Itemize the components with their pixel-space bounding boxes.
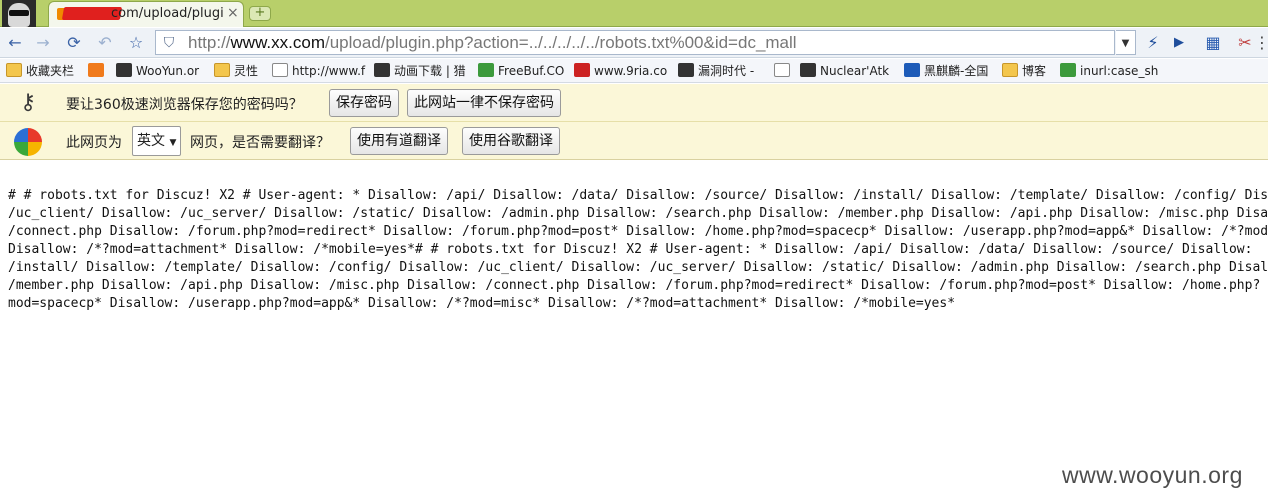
language-select[interactable]: 英文 ▼: [132, 126, 182, 156]
robots-line: /uc_client/ Disallow: /uc_server/ Disall…: [8, 206, 1268, 221]
tab-title: com/upload/plugi: [111, 6, 224, 21]
bookmark-blog[interactable]: 博客: [1002, 62, 1046, 80]
password-save-bar: ⚷ 要让360极速浏览器保存您的密码吗？ 保存密码 此网站一律不保存密码: [0, 84, 1268, 122]
security-shield-icon[interactable]: ⛉: [160, 34, 178, 52]
page-content: # # robots.txt for Discuz! X2 # User-age…: [8, 169, 1268, 331]
robots-line: /member.php Disallow: /api.php Disallow:…: [8, 278, 1261, 293]
bookmark-label: www.9ria.co: [594, 64, 668, 78]
translate-pinwheel-icon: [14, 128, 42, 156]
apps-icon[interactable]: ▦: [1202, 32, 1224, 54]
tools-icon[interactable]: ✂: [1234, 32, 1256, 54]
folder-icon: [214, 63, 230, 77]
bookmark-inurl[interactable]: inurl:case_sh: [1060, 62, 1158, 80]
bookmark-lingxing[interactable]: 灵性: [214, 62, 258, 80]
watermark: www.wooyun.org: [1062, 462, 1243, 488]
go-icon[interactable]: ▶: [1168, 32, 1190, 54]
bookmark-label: WooYun.or: [136, 64, 200, 78]
password-prompt: 要让360极速浏览器保存您的密码吗？: [66, 97, 303, 113]
url-host: www.xx.com: [230, 33, 325, 52]
bookmark-label: inurl:case_sh: [1080, 64, 1159, 78]
robots-line: Disallow: /*?mod=attachment* Disallow: /…: [8, 242, 1253, 257]
translate-prefix: 此网页为: [66, 135, 122, 151]
bookmark-orange-icon: [88, 63, 104, 77]
9ria-icon: [574, 63, 590, 77]
robots-line: # # robots.txt for Discuz! X2 # User-age…: [8, 188, 1268, 203]
bookmark-animation-icon: [374, 63, 390, 77]
new-tab-button[interactable]: +: [249, 6, 271, 21]
back-icon[interactable]: ←: [4, 32, 26, 54]
key-icon: ⚷: [19, 90, 37, 115]
favorite-star-icon[interactable]: ☆: [125, 32, 147, 54]
translate-bar: 此网页为 英文 ▼ 网页，是否需要翻译？ 使用有道翻译 使用谷歌翻译: [0, 122, 1268, 160]
forward-icon[interactable]: →: [32, 32, 54, 54]
robots-line: /install/ Disallow: /template/ Disallow:…: [8, 260, 1268, 275]
address-url[interactable]: http://www.xx.com/upload/plugin.php?acti…: [188, 33, 797, 53]
avatar-glasses: [9, 10, 29, 16]
freebuf-icon: [478, 63, 494, 77]
robots-line: /connect.php Disallow: /forum.php?mod=re…: [8, 224, 1268, 239]
translate-suffix: 网页，是否需要翻译？: [190, 135, 330, 151]
undo-close-icon[interactable]: ↶: [94, 32, 116, 54]
page-icon: [774, 63, 790, 77]
tab-close-icon[interactable]: ×: [227, 5, 239, 21]
nuclear-icon: [800, 63, 816, 77]
bookmark-label: 收藏夹栏: [26, 64, 75, 78]
bookmark-label: FreeBuf.CO: [498, 64, 565, 78]
bookmark-label: Nuclear'Atk: [820, 64, 890, 78]
more-menu-icon[interactable]: ⋮: [1254, 32, 1268, 54]
bookmark-label: 黑麒麟-全国: [924, 64, 989, 78]
user-avatar[interactable]: [2, 0, 36, 27]
youdao-translate-button[interactable]: 使用有道翻译: [350, 127, 448, 155]
url-scheme: http://: [188, 33, 231, 52]
bookmark-label: http://www.f: [292, 64, 366, 78]
bookmark-label: 灵性: [234, 64, 259, 78]
language-select-value: 英文: [137, 133, 165, 149]
bookmark-wooyun[interactable]: WooYun.or: [116, 62, 199, 80]
url-path: /upload/plugin.php?action=../../../../..…: [325, 33, 797, 52]
title-bar: com/upload/plugi × +: [0, 0, 1268, 27]
google-translate-button[interactable]: 使用谷歌翻译: [462, 127, 560, 155]
bookmark-label: 动画下载 | 猎: [394, 64, 466, 78]
bookmark-nuclear[interactable]: Nuclear'Atk: [800, 62, 889, 80]
bookmark-9ria[interactable]: www.9ria.co: [574, 62, 667, 80]
speed-mode-icon[interactable]: ⚡: [1142, 32, 1164, 54]
browser-tab[interactable]: com/upload/plugi ×: [48, 1, 244, 27]
never-save-password-button[interactable]: 此网站一律不保存密码: [407, 89, 561, 117]
bookmark-loudong[interactable]: 漏洞时代 -: [678, 62, 754, 80]
folder-icon: [1002, 63, 1018, 77]
bookmark-blank[interactable]: [774, 62, 794, 80]
bookmark-label: 博客: [1022, 64, 1047, 78]
heiqilin-icon: [904, 63, 920, 77]
save-password-button[interactable]: 保存密码: [329, 89, 399, 117]
bookmark-orange[interactable]: [88, 62, 108, 80]
bookmark-favorites-bar[interactable]: 收藏夹栏: [6, 62, 74, 80]
address-bar[interactable]: ⛉ http://www.xx.com/upload/plugin.php?ac…: [155, 30, 1115, 55]
refresh-icon[interactable]: ⟳: [63, 32, 85, 54]
folder-icon: [6, 63, 22, 77]
navigation-toolbar: ← → ⟳ ↶ ☆ ⛉ http://www.xx.com/upload/plu…: [0, 28, 1268, 58]
wooyun-icon: [116, 63, 132, 77]
chevron-down-icon: ▼: [169, 138, 177, 148]
robots-line: mod=spacecp* Disallow: /userapp.php?mod=…: [8, 296, 956, 311]
bookmark-label: 漏洞时代 -: [698, 64, 755, 78]
bookmark-inurl-icon: [1060, 63, 1076, 77]
page-icon: [272, 63, 288, 77]
bookmark-animation[interactable]: 动画下载 | 猎: [374, 62, 466, 80]
bookmark-http[interactable]: http://www.f: [272, 62, 365, 80]
bookmarks-bar: 收藏夹栏 WooYun.or 灵性 http://www.f 动画下载 | 猎 …: [0, 59, 1268, 83]
bookmark-heiqilin[interactable]: 黑麒麟-全国: [904, 62, 988, 80]
bookmark-freebuf[interactable]: FreeBuf.CO: [478, 62, 564, 80]
bookmark-loudong-icon: [678, 63, 694, 77]
address-dropdown-icon[interactable]: ▼: [1116, 30, 1136, 55]
